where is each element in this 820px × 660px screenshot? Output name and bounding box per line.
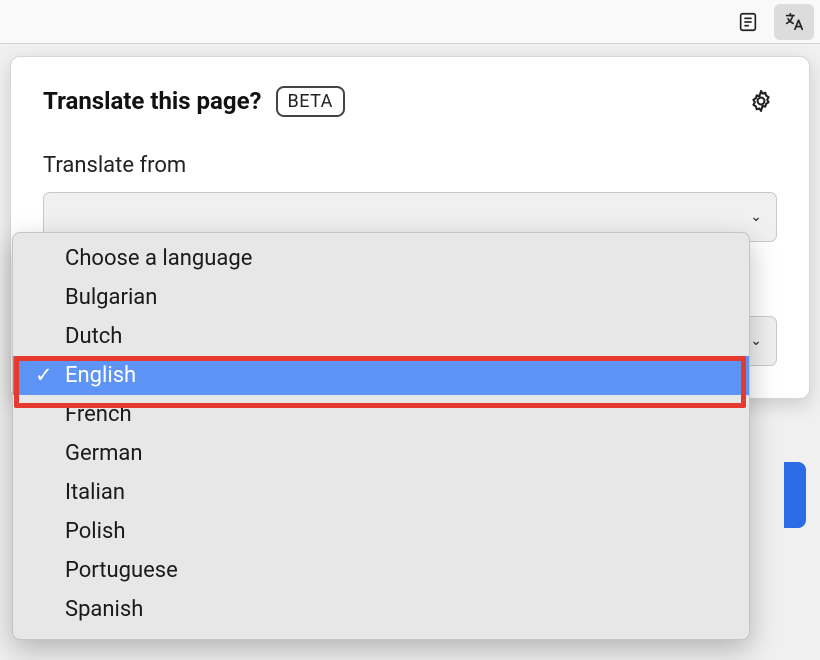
translate-from-label: Translate from xyxy=(43,153,777,178)
dropdown-item-label: Portuguese xyxy=(65,558,178,583)
dropdown-item-bulgarian[interactable]: Bulgarian xyxy=(13,278,749,317)
chevron-updown-icon: ⌄ xyxy=(750,209,762,225)
language-dropdown: Choose a language Bulgarian Dutch ✓ Engl… xyxy=(12,232,750,640)
translate-icon xyxy=(783,11,805,33)
reader-icon xyxy=(737,11,759,33)
dropdown-item-spanish[interactable]: Spanish xyxy=(13,590,749,629)
panel-header: Translate this page? BETA xyxy=(43,85,777,117)
dropdown-item-italian[interactable]: Italian xyxy=(13,473,749,512)
translate-button[interactable] xyxy=(774,4,814,40)
dropdown-item-english[interactable]: ✓ English xyxy=(13,356,749,395)
dropdown-item-label: Polish xyxy=(65,519,125,544)
reader-mode-button[interactable] xyxy=(728,4,768,40)
check-icon: ✓ xyxy=(35,363,53,388)
dropdown-item-label: English xyxy=(65,363,136,388)
dropdown-item-polish[interactable]: Polish xyxy=(13,512,749,551)
dropdown-item-label: Spanish xyxy=(65,597,143,622)
dropdown-item-dutch[interactable]: Dutch xyxy=(13,317,749,356)
gear-icon xyxy=(748,88,774,114)
dropdown-item-label: Italian xyxy=(65,480,125,505)
dropdown-item-french[interactable]: French xyxy=(13,395,749,434)
dropdown-item-label: Bulgarian xyxy=(65,285,157,310)
dropdown-item-label: Choose a language xyxy=(65,246,252,271)
dropdown-item-label: French xyxy=(65,402,132,427)
browser-toolbar xyxy=(0,0,820,44)
dropdown-item-german[interactable]: German xyxy=(13,434,749,473)
beta-badge: BETA xyxy=(276,86,345,117)
translate-submit-button[interactable] xyxy=(784,462,806,528)
dropdown-item-label: Dutch xyxy=(65,324,122,349)
title-row: Translate this page? BETA xyxy=(43,86,345,117)
dropdown-placeholder[interactable]: Choose a language xyxy=(13,239,749,278)
dropdown-item-portuguese[interactable]: Portuguese xyxy=(13,551,749,590)
chevron-updown-icon: ⌄ xyxy=(750,333,762,349)
settings-button[interactable] xyxy=(745,85,777,117)
panel-title: Translate this page? xyxy=(43,87,262,115)
dropdown-item-label: German xyxy=(65,441,143,466)
